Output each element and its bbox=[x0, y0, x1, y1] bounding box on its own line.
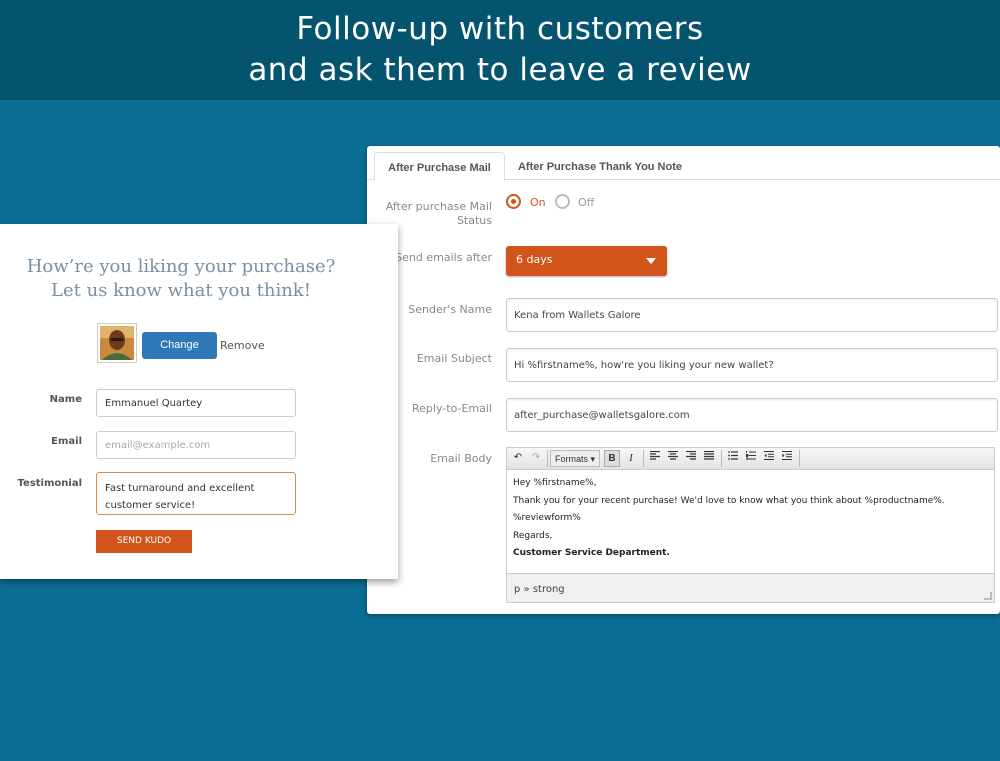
review-form-heading: How’re you liking your purchase? Let us … bbox=[0, 255, 362, 303]
status-off-label[interactable]: Off bbox=[578, 196, 594, 209]
testimonial-field[interactable]: Fast turnaround and excellent customer s… bbox=[96, 472, 296, 515]
body-line: Regards, bbox=[513, 530, 553, 541]
bullet-list-icon[interactable] bbox=[725, 450, 741, 467]
tab-after-purchase-thank-you-note[interactable]: After Purchase Thank You Note bbox=[515, 152, 685, 181]
tab-after-purchase-mail[interactable]: After Purchase Mail bbox=[374, 152, 505, 181]
email-body-editor[interactable]: ↶ ↷ Formats ▾ B I Hey %firstname%, Thank… bbox=[506, 447, 995, 603]
send-kudo-button[interactable]: SEND KUDO bbox=[96, 530, 192, 553]
outdent-icon[interactable] bbox=[761, 450, 777, 467]
redo-icon[interactable]: ↷ bbox=[529, 450, 543, 467]
sender-name-label: Sender's Name bbox=[408, 303, 492, 316]
align-left-icon[interactable] bbox=[647, 450, 663, 467]
name-label: Name bbox=[49, 394, 82, 405]
status-label-line-2: Status bbox=[456, 214, 492, 227]
email-subject-label: Email Subject bbox=[416, 352, 492, 365]
status-label-line-1: After purchase Mail bbox=[385, 200, 492, 213]
formats-dropdown[interactable]: Formats ▾ bbox=[550, 450, 600, 467]
send-after-value: 6 days bbox=[516, 253, 553, 266]
align-right-icon[interactable] bbox=[683, 450, 699, 467]
italic-button[interactable]: I bbox=[623, 450, 639, 467]
reply-to-label: Reply-to-Email bbox=[412, 402, 492, 415]
sender-name-input[interactable]: Kena from Wallets Galore bbox=[506, 298, 998, 332]
mail-settings-panel: After Purchase Mail After Purchase Thank… bbox=[367, 146, 1000, 614]
resize-handle-icon[interactable] bbox=[984, 592, 992, 600]
body-line: Customer Service Department. bbox=[513, 548, 670, 558]
banner-line-1: Follow-up with customers bbox=[296, 11, 704, 47]
toolbar-separator bbox=[721, 450, 722, 467]
send-after-select[interactable]: 6 days bbox=[506, 246, 667, 276]
status-on-radio[interactable] bbox=[506, 194, 521, 209]
indent-icon[interactable] bbox=[779, 450, 795, 467]
align-center-icon[interactable] bbox=[665, 450, 681, 467]
remove-photo-link[interactable]: Remove bbox=[220, 339, 265, 352]
body-line: Thank you for your recent purchase! We'd… bbox=[513, 495, 945, 506]
change-photo-button[interactable]: Change bbox=[142, 332, 217, 359]
send-after-label: Send emails after bbox=[395, 251, 492, 264]
undo-icon[interactable]: ↶ bbox=[511, 450, 525, 467]
editor-status-bar: p » strong bbox=[507, 573, 994, 602]
testimonial-label: Testimonial bbox=[17, 478, 82, 489]
formats-label: Formats bbox=[554, 454, 588, 464]
heading-line-1: How’re you liking your purchase? bbox=[26, 256, 336, 277]
toolbar-separator bbox=[643, 450, 644, 467]
email-subject-input[interactable]: Hi %firstname%, how're you liking your n… bbox=[506, 348, 998, 382]
element-path: p » strong bbox=[514, 584, 565, 595]
status-off-radio[interactable] bbox=[555, 194, 570, 209]
body-line: %reviewform% bbox=[513, 513, 581, 523]
toolbar-separator bbox=[799, 450, 800, 467]
page-banner: Follow-up with customers and ask them to… bbox=[0, 0, 1000, 100]
email-body-content[interactable]: Hey %firstname%, Thank you for your rece… bbox=[513, 478, 945, 566]
toolbar-separator bbox=[547, 450, 548, 467]
caret-down-icon bbox=[646, 258, 656, 264]
banner-line-2: and ask them to leave a review bbox=[248, 52, 752, 88]
avatar bbox=[97, 323, 137, 363]
email-field[interactable]: email@example.com bbox=[96, 431, 296, 459]
name-field[interactable]: Emmanuel Quartey bbox=[96, 389, 296, 417]
email-body-label: Email Body bbox=[430, 452, 492, 465]
editor-toolbar: ↶ ↷ Formats ▾ B I bbox=[507, 448, 994, 470]
review-form-card: How’re you liking your purchase? Let us … bbox=[0, 224, 398, 579]
email-label: Email bbox=[51, 436, 82, 447]
heading-line-2: Let us know what you think! bbox=[51, 280, 311, 301]
numbered-list-icon[interactable] bbox=[743, 450, 759, 467]
status-label: After purchase Mail Status bbox=[386, 200, 492, 228]
bold-button[interactable]: B bbox=[604, 450, 620, 467]
body-line: Hey %firstname%, bbox=[513, 478, 597, 488]
reply-to-input[interactable]: after_purchase@walletsgalore.com bbox=[506, 398, 998, 432]
align-justify-icon[interactable] bbox=[701, 450, 717, 467]
settings-tabs: After Purchase Mail After Purchase Thank… bbox=[367, 146, 1000, 181]
status-on-label[interactable]: On bbox=[530, 196, 546, 209]
